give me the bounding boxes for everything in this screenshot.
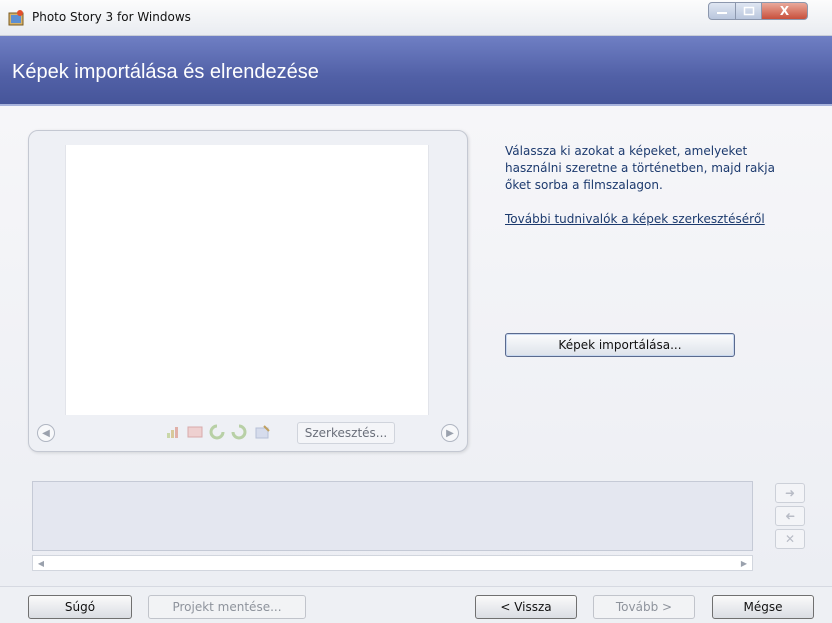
minimize-button[interactable]: [708, 2, 736, 20]
next-image-button[interactable]: ▶: [441, 424, 459, 442]
instructions-text: Válassza ki azokat a képeket, amelyeket …: [505, 144, 775, 192]
rotate-left-icon[interactable]: [209, 424, 225, 440]
arrow-right-icon: ➜: [784, 486, 796, 500]
edit-picture-icon: [255, 425, 270, 439]
cancel-button[interactable]: Mégse: [712, 595, 814, 619]
chevron-left-icon: ◀: [42, 427, 50, 439]
footer-bar: Súgó Projekt mentése... < Vissza Tovább …: [0, 586, 832, 623]
page-title: Képek importálása és elrendezése: [12, 61, 319, 83]
image-preview-panel: ◀ Szerkesztés... ▶: [28, 130, 468, 452]
next-button[interactable]: Tovább >: [593, 595, 695, 619]
maximize-button[interactable]: [736, 2, 762, 20]
color-correct-icon[interactable]: [165, 424, 181, 440]
help-button[interactable]: Súgó: [28, 595, 132, 619]
photo-story-app-icon: [8, 10, 24, 26]
chevron-right-icon: ▶: [446, 427, 454, 439]
filmstrip-scrollbar[interactable]: ◀ ▶: [32, 555, 753, 571]
close-button[interactable]: X: [762, 2, 808, 20]
delete-x-icon: ✕: [784, 532, 796, 546]
maximize-icon: [743, 6, 754, 16]
delete-button[interactable]: ✕: [775, 529, 805, 549]
window-title: Photo Story 3 for Windows: [32, 10, 191, 24]
scroll-right-icon[interactable]: ▶: [738, 557, 750, 569]
rotate-right-icon[interactable]: [231, 424, 247, 440]
edit-button[interactable]: Szerkesztés...: [297, 422, 395, 444]
close-icon: X: [779, 4, 790, 18]
previous-image-button[interactable]: ◀: [37, 424, 55, 442]
more-info-link[interactable]: További tudnivalók a képek szerkesztésér…: [505, 212, 765, 226]
red-eye-icon[interactable]: [187, 424, 203, 440]
scroll-left-icon[interactable]: ◀: [35, 557, 47, 569]
save-project-button[interactable]: Projekt mentése...: [148, 595, 306, 619]
import-pictures-button[interactable]: Képek importálása...: [505, 333, 735, 357]
arrow-left-icon: ➜: [784, 509, 796, 523]
back-button[interactable]: < Vissza: [475, 595, 577, 619]
window-controls: X: [708, 2, 826, 22]
page-header: Képek importálása és elrendezése: [0, 36, 832, 104]
title-bar: Photo Story 3 for Windows X: [0, 0, 832, 36]
preview-toolbar: ◀ Szerkesztés... ▶: [35, 421, 463, 445]
filmstrip[interactable]: [32, 481, 753, 551]
minimize-icon: [717, 12, 727, 14]
preview-frame: [65, 145, 429, 415]
move-right-button[interactable]: ➜: [775, 483, 805, 503]
move-left-button[interactable]: ➜: [775, 506, 805, 526]
